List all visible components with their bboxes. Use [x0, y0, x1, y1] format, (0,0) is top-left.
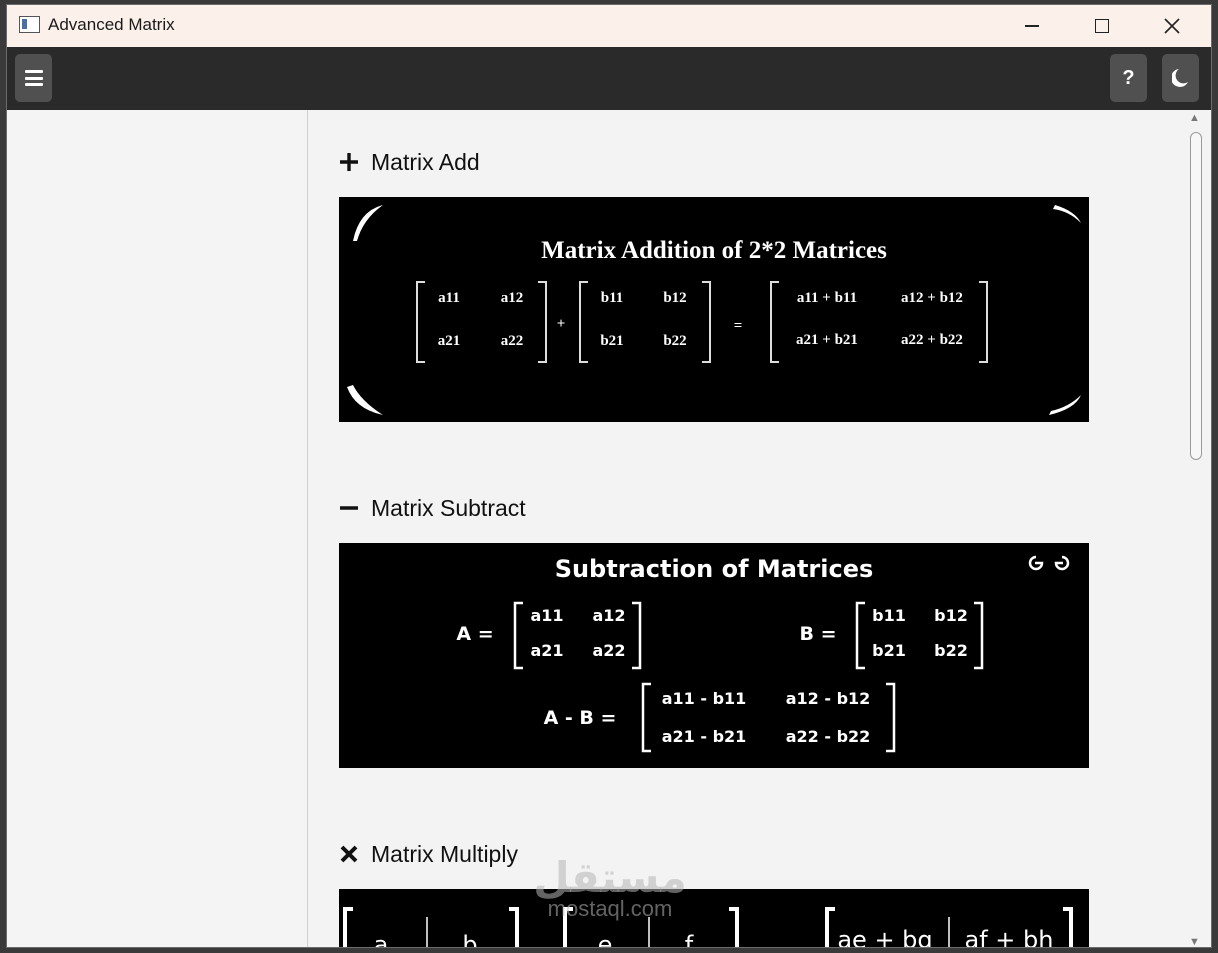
cell: a22 + b22	[901, 332, 963, 348]
section-title: Matrix Multiply	[371, 840, 518, 867]
app-window: Advanced Matrix ? Matrix Add Matrix Addi…	[6, 4, 1212, 948]
title-bar: Advanced Matrix	[7, 5, 1211, 47]
section-matrix-multiply: Matrix Multiply a b e f ae + bg af + bh	[339, 839, 1089, 948]
cell: a21	[530, 641, 563, 660]
cell: b22	[934, 641, 968, 660]
label-b: B =	[799, 623, 836, 645]
plus-icon	[339, 152, 361, 172]
cell: a11	[530, 606, 563, 625]
cell: a22	[592, 641, 625, 660]
maximize-button[interactable]	[1067, 5, 1137, 47]
section-title: Matrix Subtract	[371, 494, 526, 521]
plus-sign: +	[557, 316, 566, 332]
close-icon	[1164, 18, 1180, 34]
menu-button[interactable]	[15, 54, 52, 102]
help-button[interactable]: ?	[1110, 54, 1147, 102]
cell: b	[462, 931, 477, 948]
cell: a11 + b11	[797, 290, 857, 306]
corner-ornament	[1049, 395, 1081, 415]
vertical-scrollbar[interactable]: ▲ ▼	[1185, 110, 1207, 947]
cell: ae + bg	[837, 926, 932, 948]
cell: b12	[663, 290, 686, 306]
cell: a	[374, 931, 389, 948]
minimize-icon	[1025, 25, 1039, 27]
dark-mode-toggle[interactable]	[1162, 54, 1199, 102]
section-title: Matrix Add	[371, 148, 480, 175]
cell: a22 - b22	[786, 727, 871, 746]
section-matrix-subtract: Matrix Subtract Subtraction of Matrices	[339, 493, 1089, 768]
minus-icon	[339, 498, 361, 518]
close-button[interactable]	[1137, 5, 1207, 47]
cell: b11	[872, 606, 906, 625]
scrollbar-thumb[interactable]	[1190, 132, 1202, 460]
label-a-minus-b: A - B =	[544, 707, 617, 729]
cell: b11	[601, 290, 624, 306]
cell: a12	[592, 606, 625, 625]
cell: f	[685, 931, 694, 948]
cell: a21 - b21	[662, 727, 747, 746]
cell: a21	[438, 333, 461, 349]
moon-icon	[1171, 69, 1188, 87]
corner-ornament	[347, 385, 383, 415]
image-heading: Matrix Addition of 2*2 Matrices	[541, 237, 887, 264]
hamburger-icon	[24, 70, 43, 86]
cell: a21 + b21	[796, 332, 858, 348]
cell: b12	[934, 606, 968, 625]
cell: af + bh	[965, 926, 1054, 948]
section-header: Matrix Multiply	[339, 839, 1089, 869]
scroll-up-icon[interactable]: ▲	[1189, 112, 1200, 124]
sidebar	[7, 110, 308, 947]
cell: a11 - b11	[662, 689, 747, 708]
cell: a22	[501, 333, 524, 349]
section-header: Matrix Subtract	[339, 493, 1089, 523]
matrix-subtract-image: Subtraction of Matrices A = B = A - B =	[339, 543, 1089, 768]
cell: a11	[438, 290, 460, 306]
cell: e	[598, 931, 613, 948]
section-matrix-add: Matrix Add Matrix Addition of 2*2 Matric…	[339, 147, 1089, 422]
cell: a12 + b12	[901, 290, 963, 306]
matrix-multiply-image: a b e f ae + bg af + bh	[339, 889, 1089, 948]
gfg-logo	[1028, 555, 1070, 571]
cell: b21	[600, 333, 623, 349]
cell: b22	[663, 333, 686, 349]
corner-ornament	[353, 205, 383, 241]
equals-sign: =	[734, 318, 743, 334]
cell: a12	[501, 290, 524, 306]
help-icon: ?	[1122, 66, 1135, 89]
image-heading: Subtraction of Matrices	[555, 555, 874, 583]
window-title: Advanced Matrix	[48, 15, 175, 34]
minimize-button[interactable]	[997, 5, 1067, 47]
corner-ornament	[1053, 205, 1081, 223]
cell: a12 - b12	[786, 689, 871, 708]
matrix-add-image: Matrix Addition of 2*2 Matrices a11 a12 …	[339, 197, 1089, 422]
maximize-icon	[1095, 19, 1109, 33]
times-icon	[339, 844, 361, 864]
main-content[interactable]: Matrix Add Matrix Addition of 2*2 Matric…	[309, 110, 1185, 948]
section-header: Matrix Add	[339, 147, 1089, 177]
scroll-down-icon[interactable]: ▼	[1189, 936, 1200, 947]
cell: b21	[872, 641, 906, 660]
toolbar: ?	[7, 47, 1211, 110]
label-a: A =	[456, 623, 493, 645]
app-window-icon	[19, 16, 40, 33]
